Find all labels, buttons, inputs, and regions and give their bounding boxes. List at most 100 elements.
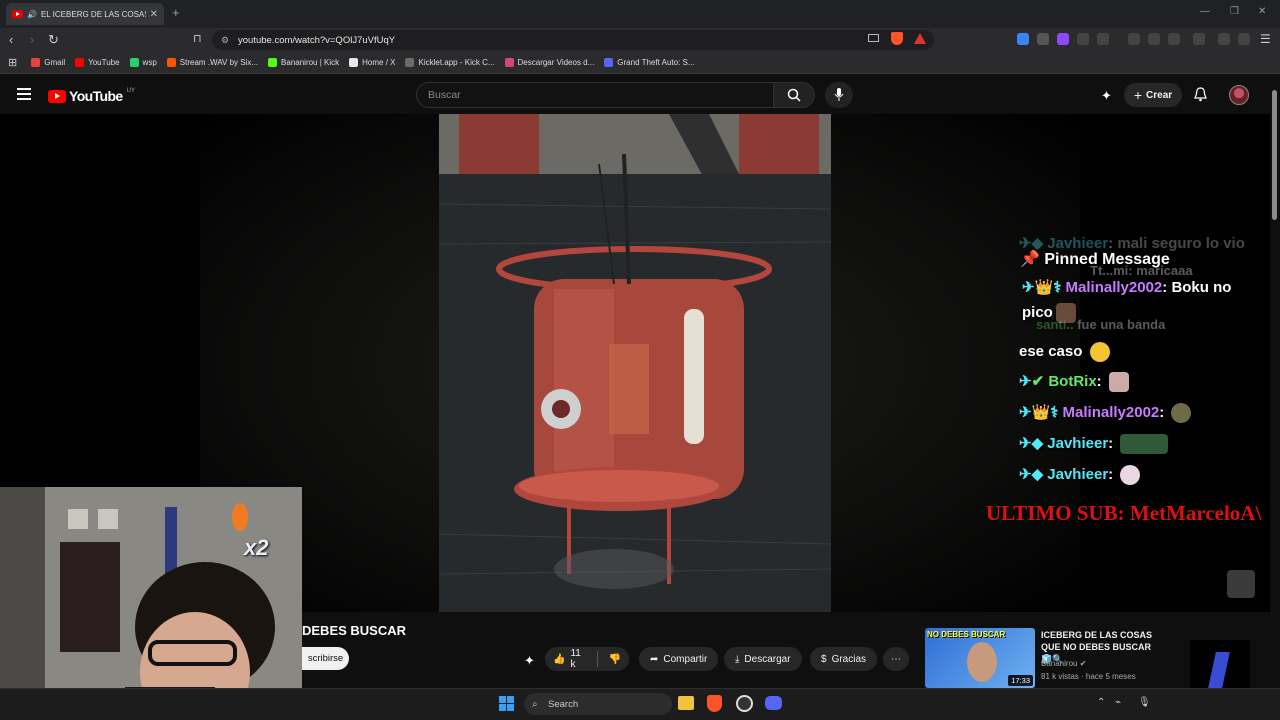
brave-rewards-icon[interactable]	[914, 33, 926, 44]
bookmark-icon[interactable]: ⊓	[193, 32, 202, 45]
maximize-icon[interactable]: ❐	[1230, 6, 1239, 17]
windows-start-icon[interactable]	[499, 696, 514, 711]
create-label: Crear	[1146, 89, 1173, 101]
extension-screenshot-icon[interactable]	[1037, 33, 1049, 45]
bookmark-item[interactable]: Descargar Videos d...	[504, 58, 594, 67]
discord-icon[interactable]	[765, 696, 782, 710]
share-label: Compartir	[663, 653, 708, 665]
share-icon: ➦	[650, 653, 659, 665]
bookmark-item[interactable]: Stream .WAV by Six...	[166, 58, 259, 67]
brave-shield-icon[interactable]	[891, 32, 903, 45]
country-code: UY	[126, 88, 135, 94]
cast-live-icon[interactable]: ✦	[1101, 88, 1112, 104]
apps-grid-icon[interactable]: ⊞	[8, 56, 17, 69]
browser-menu-icon[interactable]: ☰	[1260, 32, 1271, 46]
duration-badge: 17:33	[1008, 675, 1033, 686]
mic-tray-icon[interactable]: 🎙	[1138, 697, 1151, 708]
like-icon[interactable]: 👍	[553, 654, 565, 665]
site-info-icon[interactable]: ⚙	[221, 35, 229, 46]
last-subscriber-banner: ULTIMO SUB: MetMarceloA\	[986, 501, 1262, 525]
voice-search-button[interactable]	[825, 82, 853, 108]
download-label: Descargar	[744, 653, 791, 665]
thanks-button[interactable]: $ Gracias	[810, 647, 878, 671]
audio-icon[interactable]: 🔊	[27, 10, 37, 19]
more-icon: ⋯	[891, 653, 901, 665]
thumbnail-text: NO DEBES BUSCAR	[927, 630, 1006, 639]
bookmark-label: Stream .WAV by Six...	[179, 58, 259, 67]
youtube-logo[interactable]: YouTube UY	[48, 88, 135, 104]
chat-line-javhieer: ✈◆ Javhieer:	[1019, 434, 1169, 455]
back-icon[interactable]: ‹	[9, 32, 13, 47]
taskbar-search[interactable]: ⌕ Search	[524, 693, 672, 715]
bookmark-favicon-icon	[166, 58, 176, 67]
obs-icon[interactable]	[736, 695, 753, 712]
taskbar-search-label: Search	[548, 698, 579, 710]
chat-line-faded-2: Tt...mi: maricaaa	[1090, 263, 1193, 278]
webcam-overlay: x2	[0, 487, 302, 720]
taskbar-search-icon: ⌕	[532, 698, 538, 710]
close-window-icon[interactable]: ✕	[1258, 6, 1266, 17]
more-actions-button[interactable]: ⋯	[883, 647, 909, 671]
cast-icon[interactable]	[868, 34, 879, 42]
leo-ai-icon[interactable]	[1218, 33, 1230, 45]
bookmark-label: Grand Theft Auto: S...	[617, 58, 695, 67]
clip-icon[interactable]: ✦	[524, 653, 535, 669]
create-button[interactable]: + Crear	[1124, 83, 1182, 107]
chat-line-malinally: ✈👑⚕ Malinally2002:	[1019, 403, 1192, 424]
search-input[interactable]: Buscar	[416, 82, 774, 108]
page-scrollbar[interactable]	[1272, 90, 1277, 220]
share-button[interactable]: ➦ Compartir	[639, 647, 719, 671]
like-count[interactable]: 11 k	[570, 648, 585, 670]
tab-close-icon[interactable]: ✕	[150, 9, 158, 20]
recommendation-thumbnail[interactable]: NO DEBES BUSCAR 17:33	[925, 628, 1035, 688]
youtube-wordmark: YouTube	[69, 88, 123, 104]
brave-taskbar-icon[interactable]	[707, 695, 722, 712]
views-and-date: 81 k vistas · hace 5 meses	[1041, 672, 1136, 681]
tab-strip	[0, 0, 1280, 28]
bookmark-item[interactable]: wsp	[129, 58, 157, 67]
extensions-puzzle-icon[interactable]	[1077, 33, 1089, 45]
chat-line-faded-3: santi.. fue una banda	[1036, 317, 1166, 332]
notifications-icon[interactable]	[1194, 87, 1207, 107]
download-icon[interactable]	[1128, 33, 1140, 45]
address-bar[interactable]: ⚙ youtube.com/watch?v=QOlJ7uVfUqY	[212, 30, 934, 50]
browser-tab[interactable]: 🔊 EL ICEBERG DE LAS COSAS Q ✕	[6, 3, 164, 25]
bookmark-favicon-icon	[129, 58, 139, 67]
webcam-image	[0, 487, 302, 720]
bookmarks-bar: ⊞ Gmail YouTube wsp Stream .WAV by Six... Ba…	[0, 52, 1280, 74]
network-icon[interactable]: ⌁	[1115, 697, 1121, 708]
bookmark-label: Gmail	[44, 58, 66, 67]
subscribe-button[interactable]: scribirse	[302, 647, 349, 670]
new-tab-icon[interactable]: +	[172, 5, 180, 20]
thanks-icon: $	[821, 653, 827, 665]
reload-icon[interactable]: ↻	[48, 32, 59, 48]
bookmark-item[interactable]: YouTube	[75, 58, 120, 67]
bookmark-item[interactable]: Kicklet.app - Kick C...	[405, 58, 495, 67]
media-icon[interactable]	[1148, 33, 1160, 45]
forward-icon[interactable]: ›	[30, 32, 34, 47]
sidebar-icon[interactable]	[1168, 33, 1180, 45]
microphone-icon	[834, 88, 844, 101]
extension-wallet-icon[interactable]	[1097, 33, 1109, 45]
extension-translate-icon[interactable]	[1017, 33, 1029, 45]
video-frame[interactable]	[439, 114, 831, 612]
file-explorer-icon[interactable]	[678, 696, 694, 710]
minimize-icon[interactable]: —	[1200, 6, 1210, 17]
download-button[interactable]: ⤓ Descargar	[724, 647, 802, 671]
bookmark-item[interactable]: Bananirou | Kick	[268, 58, 339, 67]
avatar[interactable]	[1229, 85, 1249, 105]
bookmark-item[interactable]: Home / X	[349, 58, 395, 67]
bookmark-item[interactable]: Gmail	[31, 58, 65, 67]
bookmark-item[interactable]: Grand Theft Auto: S...	[604, 58, 695, 67]
youtube-favicon-icon	[12, 10, 23, 18]
pin-icon: 📌	[1020, 251, 1040, 268]
tray-chevron-icon[interactable]: ⌃	[1097, 697, 1105, 708]
bookmark-label: wsp	[142, 58, 157, 67]
dislike-icon[interactable]: 👎	[609, 654, 621, 665]
search-button[interactable]	[773, 82, 815, 108]
vpn-icon[interactable]	[1238, 33, 1250, 45]
url-text: youtube.com/watch?v=QOlJ7uVfUqY	[238, 34, 396, 46]
extension-twitch-icon[interactable]	[1057, 33, 1069, 45]
tab-search-icon[interactable]	[1193, 33, 1205, 45]
menu-icon[interactable]	[17, 88, 31, 100]
